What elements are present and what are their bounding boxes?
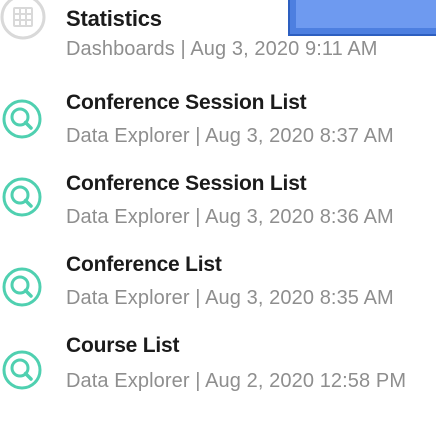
item-title: Statistics	[66, 6, 162, 31]
data-explorer-icon	[2, 99, 42, 139]
data-explorer-icon	[2, 267, 42, 307]
item-title: Conference List	[66, 253, 222, 276]
item-title: Conference Session List	[66, 91, 307, 114]
list-item-conference-session-list-2[interactable]: Conference Session List Data Explorer | …	[0, 170, 436, 254]
list-item-statistics[interactable]: Statistics Dashboards | Aug 3, 2020 9:11…	[0, 0, 436, 84]
list-item-conference-session-list-1[interactable]: Conference Session List Data Explorer | …	[0, 85, 436, 169]
list-item-conference-list[interactable]: Conference List Data Explorer | Aug 3, 2…	[0, 253, 436, 339]
dashboard-thumbnail	[288, 0, 436, 36]
item-title: Conference Session List	[66, 172, 307, 195]
item-subtitle: Data Explorer | Aug 2, 2020 12:58 PM	[66, 370, 407, 392]
item-subtitle: Data Explorer | Aug 3, 2020 8:35 AM	[66, 287, 394, 309]
item-subtitle: Data Explorer | Aug 3, 2020 8:36 AM	[66, 206, 394, 228]
item-subtitle: Data Explorer | Aug 3, 2020 8:37 AM	[66, 125, 394, 147]
item-subtitle: Dashboards | Aug 3, 2020 9:11 AM	[66, 38, 378, 60]
data-explorer-icon	[2, 350, 42, 390]
list-item-course-list[interactable]: Course List Data Explorer | Aug 2, 2020 …	[0, 334, 436, 424]
recent-items-list: Statistics Dashboards | Aug 3, 2020 9:11…	[0, 0, 436, 432]
data-explorer-icon	[2, 177, 42, 217]
item-title: Course List	[66, 334, 180, 357]
dashboard-app-icon	[0, 0, 46, 40]
